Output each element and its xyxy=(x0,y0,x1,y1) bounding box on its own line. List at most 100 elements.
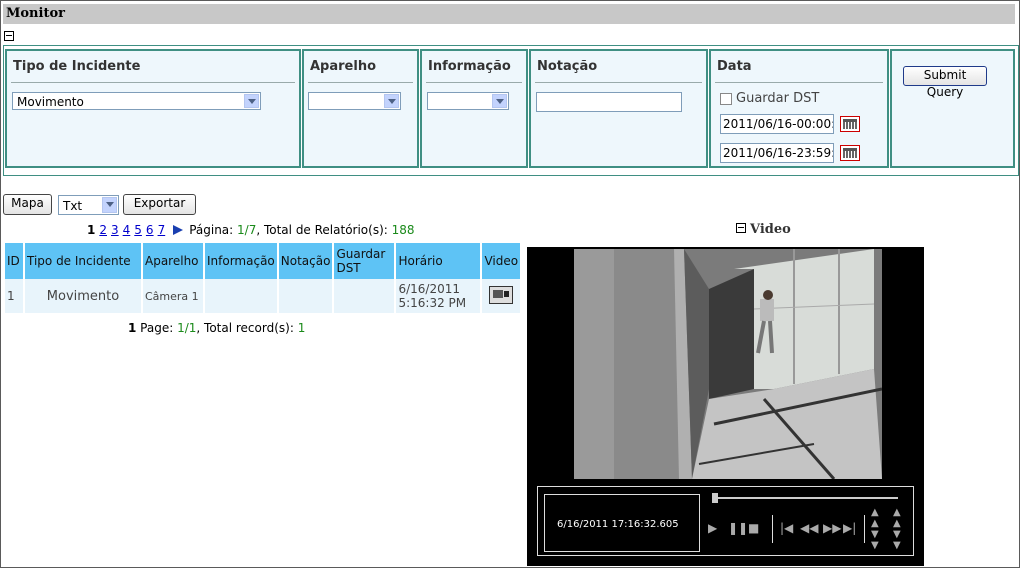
speed-up-icon[interactable]: ▲ ▲ xyxy=(871,507,879,529)
dst-checkbox[interactable] xyxy=(720,93,732,105)
collapse-icon[interactable] xyxy=(736,223,746,233)
skip-start-icon[interactable]: |◀ xyxy=(780,521,793,535)
page-label: Página: xyxy=(189,223,238,237)
title-bar: Monitor xyxy=(3,4,1015,24)
format-select-value: Txt xyxy=(63,199,83,213)
calendar-icon[interactable] xyxy=(840,116,860,132)
col-header-dst: Guardar DST xyxy=(333,243,397,279)
calendar-icon[interactable] xyxy=(840,145,860,161)
filter-informacao: Informação xyxy=(420,49,528,168)
cell-video xyxy=(481,279,521,313)
total-value: 188 xyxy=(391,223,415,237)
tipo-select-value: Movimento xyxy=(17,95,84,109)
pause-icon[interactable]: ❚❚ xyxy=(728,521,748,535)
informacao-select[interactable] xyxy=(427,92,509,110)
aparelho-label: Aparelho xyxy=(310,59,377,74)
aparelho-select[interactable] xyxy=(308,92,401,110)
col-header-video: Video xyxy=(481,243,521,279)
page-link[interactable]: 3 xyxy=(111,223,119,237)
player-controls: 6/16/2011 17:16:32.605 ▶ ❚❚ ■ |◀ ◀◀ ▶▶ ▶… xyxy=(537,486,914,556)
video-player: 6/16/2011 17:16:32.605 ▶ ❚❚ ■ |◀ ◀◀ ▶▶ ▶… xyxy=(527,247,924,566)
fast-forward-icon[interactable]: ▶▶ xyxy=(823,521,841,535)
seek-handle[interactable] xyxy=(712,493,718,503)
export-button[interactable]: Exportar xyxy=(123,194,196,215)
page-link[interactable]: 5 xyxy=(134,223,142,237)
page-link[interactable]: 2 xyxy=(99,223,107,237)
page-link[interactable]: 4 xyxy=(123,223,131,237)
page-link[interactable]: 7 xyxy=(158,223,166,237)
seek-bar[interactable] xyxy=(714,497,898,499)
filter-notacao: Notação xyxy=(529,49,708,168)
divider xyxy=(715,82,883,83)
footer-page-value: 1/1 xyxy=(177,321,197,335)
chevron-down-icon[interactable] xyxy=(492,94,507,108)
tipo-select[interactable]: Movimento xyxy=(12,92,261,110)
filter-submit: Submit Query xyxy=(890,49,1015,168)
page-link[interactable]: 6 xyxy=(146,223,154,237)
monitor-window: Monitor Tipo de Incidente Movimento Apar… xyxy=(0,0,1020,568)
footer-pagination: 1 Page: 1/1, Total record(s): 1 xyxy=(128,321,305,335)
pagination: 1 2 3 4 5 6 7 Página: 1/7, Total de Relatório(s… xyxy=(87,223,415,237)
notacao-label: Notação xyxy=(537,59,598,74)
video-panel-header[interactable]: Video xyxy=(736,222,791,237)
results-table: ID Tipo de Incidente Aparelho Informação… xyxy=(5,243,521,313)
cell-dst xyxy=(333,279,397,313)
footer-page-label: Page: xyxy=(136,321,178,335)
video-icon[interactable] xyxy=(489,285,514,304)
divider xyxy=(308,82,413,83)
cell-notacao xyxy=(277,279,335,313)
timestamp-display: 6/16/2011 17:16:32.605 xyxy=(544,494,700,552)
cell-id: 1 xyxy=(5,279,25,313)
data-label: Data xyxy=(717,59,752,74)
divider xyxy=(864,515,865,543)
camera-view-image xyxy=(574,249,882,479)
stop-icon[interactable]: ■ xyxy=(748,521,759,535)
horario-date: 6/16/2011 xyxy=(398,282,460,296)
chevron-down-icon[interactable] xyxy=(102,197,117,213)
cell-informacao xyxy=(204,279,279,313)
col-header-id: ID xyxy=(5,243,25,279)
horario-time: 5:16:32 PM xyxy=(398,296,467,310)
col-header-informacao: Informação xyxy=(204,243,279,279)
tipo-label: Tipo de Incidente xyxy=(13,59,141,74)
skip-end-icon[interactable]: ▶| xyxy=(843,521,856,535)
col-header-aparelho: Aparelho xyxy=(142,243,205,279)
notacao-input[interactable] xyxy=(536,92,682,112)
divider xyxy=(426,82,522,83)
play-icon[interactable]: ▶ xyxy=(708,521,717,535)
volume-up-icon[interactable]: ▲ ▲ xyxy=(893,507,901,529)
map-button[interactable]: Mapa xyxy=(3,194,52,215)
table-header-row: ID Tipo de Incidente Aparelho Informação… xyxy=(5,243,521,279)
end-date-input[interactable]: 2011/06/16-23:59:59 xyxy=(720,143,834,163)
col-header-horario: Horário xyxy=(395,243,483,279)
cell-tipo: Movimento xyxy=(24,279,143,313)
total-label: , Total de Relatório(s): xyxy=(256,223,392,237)
video-title: Video xyxy=(750,222,791,237)
page-value: 1/7 xyxy=(237,223,257,237)
chevron-down-icon[interactable] xyxy=(244,94,259,108)
volume-down-icon[interactable]: ▼ ▼ xyxy=(893,529,901,551)
current-page: 1 xyxy=(87,223,96,237)
window-title: Monitor xyxy=(6,6,65,21)
start-date-input[interactable]: 2011/06/16-00:00:00 xyxy=(720,114,834,134)
filter-tipo: Tipo de Incidente Movimento xyxy=(5,49,301,168)
informacao-label: Informação xyxy=(428,59,511,74)
table-row[interactable]: 1 Movimento Câmera 1 6/16/2011 5:16:32 PM xyxy=(5,279,521,313)
speed-down-icon[interactable]: ▼ ▼ xyxy=(871,529,879,551)
query-filter-panel: Tipo de Incidente Movimento Aparelho Inf… xyxy=(3,45,1019,176)
divider xyxy=(11,82,295,83)
filter-data: Data Guardar DST 2011/06/16-00:00:00 201… xyxy=(709,49,889,168)
next-page-icon[interactable] xyxy=(173,225,184,235)
dst-label: Guardar DST xyxy=(736,91,820,106)
col-header-tipo: Tipo de Incidente xyxy=(24,243,143,279)
footer-total-label: , Total record(s): xyxy=(196,321,298,335)
cell-aparelho: Câmera 1 xyxy=(142,279,205,313)
filter-aparelho: Aparelho xyxy=(302,49,419,168)
submit-query-button[interactable]: Submit Query xyxy=(903,66,987,99)
footer-total-value: 1 xyxy=(297,321,306,335)
collapse-icon[interactable] xyxy=(4,31,14,41)
video-frame[interactable] xyxy=(574,249,882,479)
chevron-down-icon[interactable] xyxy=(384,94,399,108)
rewind-icon[interactable]: ◀◀ xyxy=(800,521,818,535)
format-select[interactable]: Txt xyxy=(58,195,119,215)
